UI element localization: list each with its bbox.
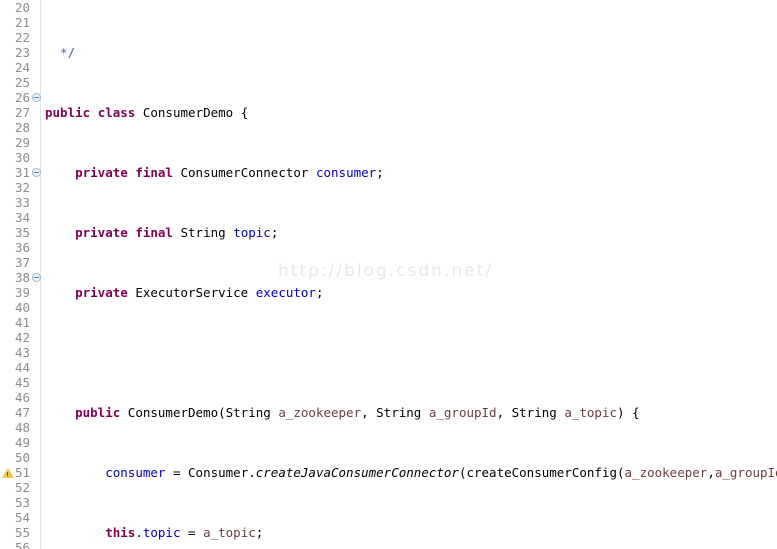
line-number: 22: [14, 30, 30, 45]
javadoc-close-token: */: [45, 45, 76, 60]
gutter-row: 41: [0, 315, 41, 330]
gutter-row: 35: [0, 225, 41, 240]
gutter-row: 47: [0, 405, 41, 420]
line-number: 39: [14, 285, 30, 300]
fold-collapse-icon[interactable]: [32, 273, 41, 282]
line-number: 32: [14, 180, 30, 195]
line-number: 38: [14, 270, 30, 285]
gutter-row: 36: [0, 240, 41, 255]
line-number: 43: [14, 345, 30, 360]
gutter-row: 56: [0, 540, 41, 549]
gutter-row: 21: [0, 15, 41, 30]
line-number-gutter[interactable]: 20 21 22 23 24 25 26 27 28 29 30 31 32 3…: [0, 0, 41, 549]
line-number: 48: [14, 420, 30, 435]
line-number: 34: [14, 210, 30, 225]
fold-collapse-icon[interactable]: [32, 93, 41, 102]
code-line-25[interactable]: [45, 345, 777, 360]
gutter-row: 24: [0, 60, 41, 75]
line-number: 25: [14, 75, 30, 90]
gutter-row: 46: [0, 390, 41, 405]
line-number: 35: [14, 225, 30, 240]
line-number: 23: [14, 45, 30, 60]
line-number: 50: [14, 450, 30, 465]
gutter-row: 43: [0, 345, 41, 360]
line-number: 45: [14, 375, 30, 390]
gutter-row: 52: [0, 480, 41, 495]
gutter-row: 27: [0, 105, 41, 120]
line-number: 37: [14, 255, 30, 270]
gutter-row: 40: [0, 300, 41, 315]
line-number: 28: [14, 120, 30, 135]
gutter-row: 45: [0, 375, 41, 390]
gutter-row: 54: [0, 510, 41, 525]
gutter-row: 37: [0, 255, 41, 270]
line-number: 20: [14, 0, 30, 15]
line-number: 26: [14, 90, 30, 105]
line-number: 24: [14, 60, 30, 75]
line-number: 56: [14, 540, 30, 549]
line-number: 51: [14, 465, 30, 480]
gutter-row: 42: [0, 330, 41, 345]
code-line-23[interactable]: private final String topic;: [45, 225, 777, 240]
code-editor[interactable]: http://blog.csdn.net/ 20 21 22 23 24 25 …: [0, 0, 777, 549]
code-line-21[interactable]: public class ConsumerDemo {: [45, 105, 777, 120]
line-number: 33: [14, 195, 30, 210]
code-line-27[interactable]: consumer = Consumer.createJavaConsumerCo…: [45, 465, 777, 480]
line-number: 47: [14, 405, 30, 420]
line-number: 31: [14, 165, 30, 180]
gutter-row: 33: [0, 195, 41, 210]
code-line-22[interactable]: private final ConsumerConnector consumer…: [45, 165, 777, 180]
code-line-24[interactable]: private ExecutorService executor;: [45, 285, 777, 300]
code-line-28[interactable]: this.topic = a_topic;: [45, 525, 777, 540]
gutter-row: 23: [0, 45, 41, 60]
gutter-row: 29: [0, 135, 41, 150]
warning-marker-icon[interactable]: [2, 467, 15, 479]
fold-collapse-icon[interactable]: [32, 168, 41, 177]
line-number: 54: [14, 510, 30, 525]
code-line-20[interactable]: */: [45, 45, 777, 60]
gutter-row: 55: [0, 525, 41, 540]
gutter-row: 32: [0, 180, 41, 195]
gutter-row: 51: [0, 465, 41, 480]
line-number: 30: [14, 150, 30, 165]
line-number: 40: [14, 300, 30, 315]
gutter-row: 53: [0, 495, 41, 510]
gutter-row: 38: [0, 270, 41, 285]
gutter-row: 26: [0, 90, 41, 105]
gutter-row: 50: [0, 450, 41, 465]
line-number: 42: [14, 330, 30, 345]
line-number: 46: [14, 390, 30, 405]
code-line-26[interactable]: public ConsumerDemo(String a_zookeeper, …: [45, 405, 777, 420]
gutter-row: 28: [0, 120, 41, 135]
line-number: 29: [14, 135, 30, 150]
line-number: 21: [14, 15, 30, 30]
gutter-row: 22: [0, 30, 41, 45]
line-number: 52: [14, 480, 30, 495]
line-number: 41: [14, 315, 30, 330]
gutter-row: 31: [0, 165, 41, 180]
gutter-row: 39: [0, 285, 41, 300]
line-number: 36: [14, 240, 30, 255]
line-number: 55: [14, 525, 30, 540]
gutter-row: 25: [0, 75, 41, 90]
gutter-row: 20: [0, 0, 41, 15]
gutter-row: 30: [0, 150, 41, 165]
line-number: 27: [14, 105, 30, 120]
line-number: 53: [14, 495, 30, 510]
gutter-row: 44: [0, 360, 41, 375]
line-number: 49: [14, 435, 30, 450]
gutter-row: 49: [0, 435, 41, 450]
gutter-row: 34: [0, 210, 41, 225]
code-content[interactable]: */ public class ConsumerDemo { private f…: [45, 0, 777, 549]
gutter-row: 48: [0, 420, 41, 435]
line-number: 44: [14, 360, 30, 375]
